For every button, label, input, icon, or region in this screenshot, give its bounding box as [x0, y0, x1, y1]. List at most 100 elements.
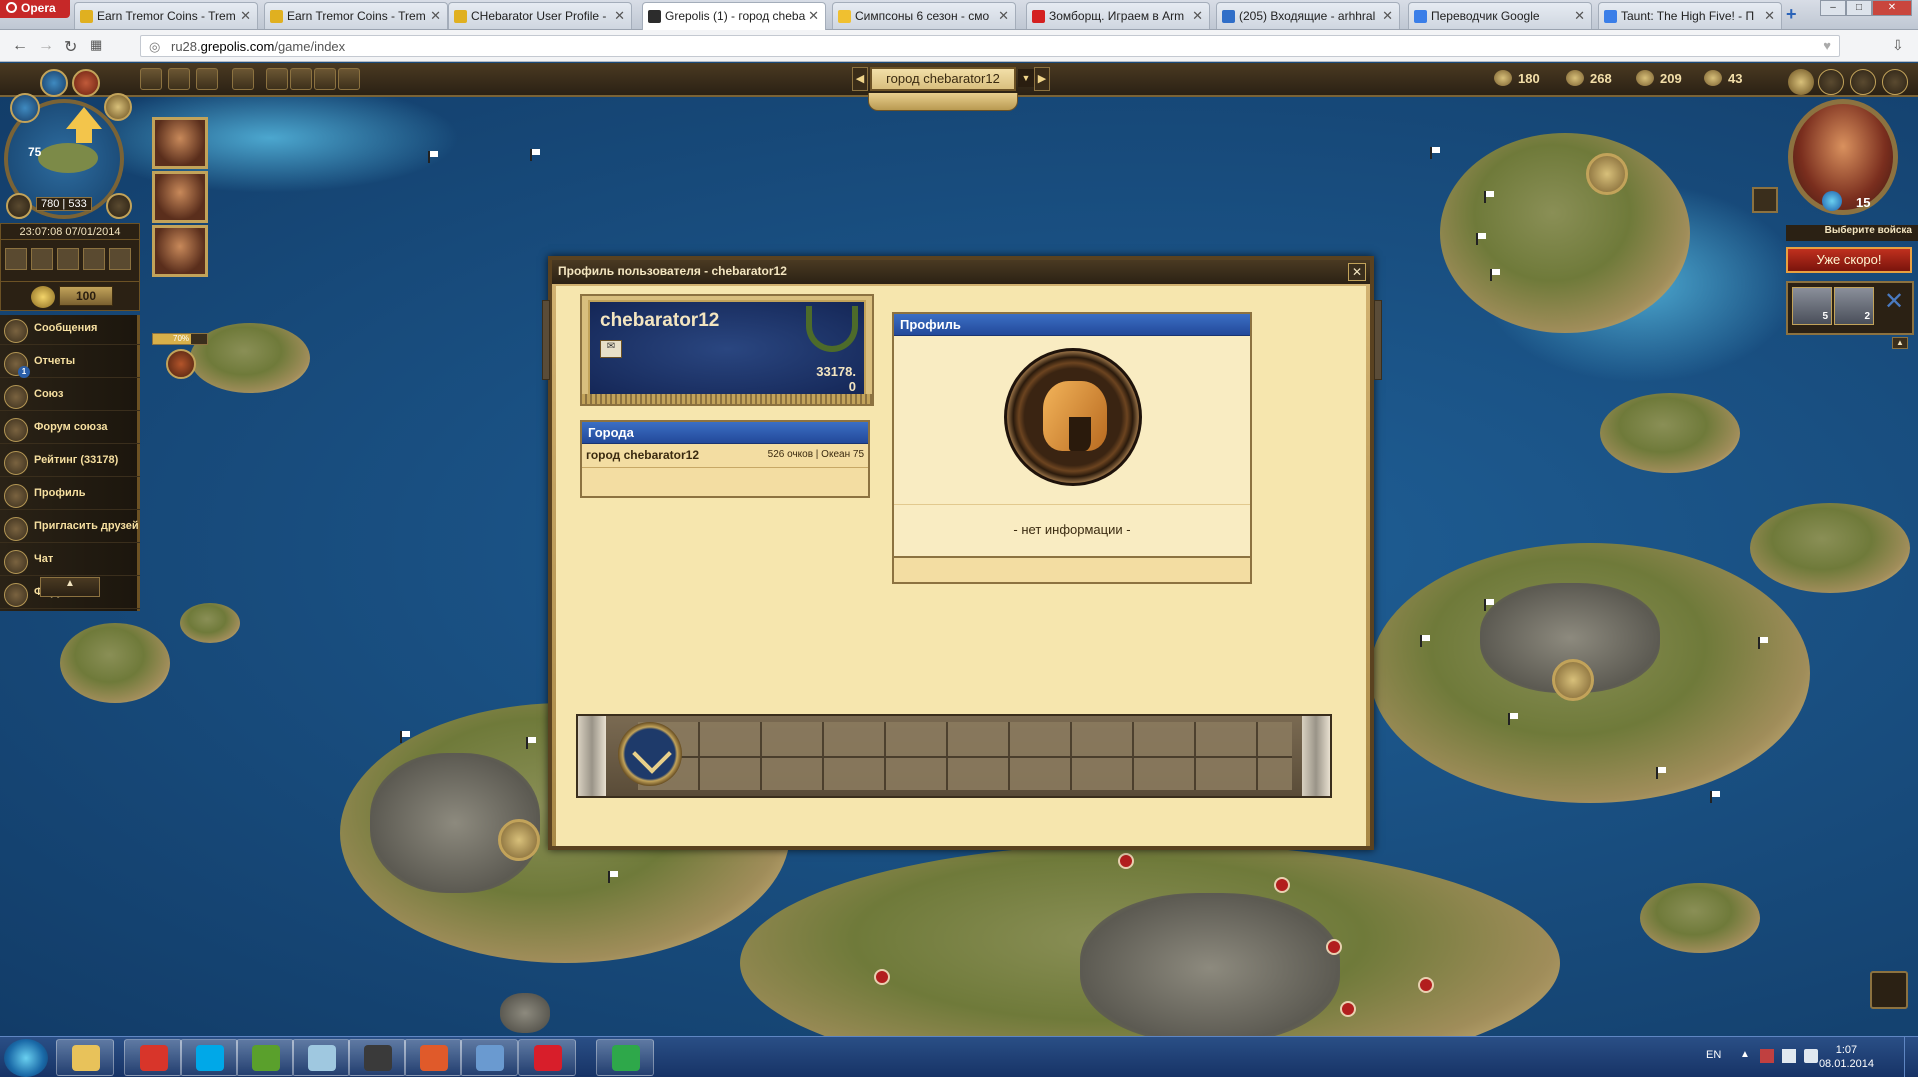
quest-scroll-icon[interactable] — [1870, 971, 1908, 1009]
trade-icon[interactable] — [168, 68, 190, 90]
taskbar-app-network[interactable] — [460, 1039, 518, 1076]
enemy-city-marker[interactable] — [874, 969, 890, 985]
browser-tab[interactable]: (205) Входящие - arhhral ✕ — [1216, 2, 1400, 29]
world-map-icon[interactable] — [10, 93, 40, 123]
menu-item[interactable]: Форум союза — [0, 414, 140, 444]
flag-marker-icon[interactable] — [526, 737, 536, 749]
unit-hoplite[interactable]: 5 — [1792, 287, 1832, 325]
support-icon[interactable] — [290, 68, 312, 90]
overview-icon[interactable] — [140, 68, 162, 90]
menu-item[interactable]: Союз — [0, 381, 140, 411]
tab-close-icon[interactable]: ✕ — [998, 8, 1009, 24]
coordinates[interactable]: 780 | 533 — [36, 197, 92, 211]
tab-close-icon[interactable]: ✕ — [240, 8, 251, 24]
taskbar-app-explorer[interactable] — [56, 1039, 114, 1076]
hero-portrait[interactable] — [152, 171, 208, 223]
island-view-icon[interactable] — [40, 69, 68, 97]
taskbar-app-hangouts[interactable] — [596, 1039, 654, 1076]
menu-item[interactable]: Рейтинг (33178) — [0, 447, 140, 477]
city-row[interactable]: город chebarator12 526 очков | Океан 75 — [582, 444, 868, 468]
flag-marker-icon[interactable] — [1484, 191, 1494, 203]
resource-silver[interactable]: 209 — [1636, 70, 1682, 90]
browser-tab[interactable]: Переводчик Google ✕ — [1408, 2, 1592, 29]
jump-to-icon[interactable] — [106, 193, 132, 219]
flag-marker-icon[interactable] — [1508, 713, 1518, 725]
close-window-icon[interactable]: ✕ — [1348, 263, 1366, 281]
flag-button-icon[interactable] — [6, 193, 32, 219]
taskbar-app-speaker[interactable] — [404, 1039, 462, 1076]
sun-icon[interactable] — [196, 68, 218, 90]
menu-item[interactable]: Пригласить друзей — [0, 513, 140, 543]
gods-view-icon[interactable] — [104, 93, 132, 121]
tab-close-icon[interactable]: ✕ — [808, 8, 819, 24]
hero-portrait[interactable] — [152, 225, 208, 277]
flag-marker-icon[interactable] — [400, 731, 410, 743]
speed-dial-icon[interactable]: ▦ — [90, 37, 102, 53]
farm-village-icon[interactable] — [498, 819, 540, 861]
rank-medal-icon[interactable] — [618, 722, 682, 786]
flag-marker-icon[interactable] — [608, 871, 618, 883]
spy-icon[interactable] — [314, 68, 336, 90]
prev-city-button[interactable]: ◀ — [852, 67, 868, 91]
resource-stone[interactable]: 268 — [1566, 70, 1612, 90]
logout-icon[interactable] — [1882, 69, 1908, 95]
flag-marker-icon[interactable] — [1484, 599, 1494, 611]
next-city-button[interactable]: ▶ — [1034, 67, 1050, 91]
close-window-button[interactable]: ✕ — [1872, 0, 1912, 16]
tray-network-icon[interactable] — [1782, 1049, 1796, 1063]
menu-item[interactable]: Чат — [0, 546, 140, 576]
start-button[interactable] — [4, 1039, 48, 1077]
flag-marker-icon[interactable] — [1476, 233, 1486, 245]
browser-tab[interactable]: Earn Tremor Coins - Trem ✕ — [74, 2, 258, 29]
island-up-arrow-icon[interactable] — [66, 107, 102, 129]
collapse-units-button[interactable]: ▲ — [1892, 337, 1908, 349]
advisor-icon[interactable] — [31, 248, 53, 270]
city-selector[interactable]: город chebarator12 — [870, 67, 1016, 91]
menu-item[interactable]: 1 Отчеты — [0, 348, 140, 378]
resource-wood[interactable]: 180 — [1494, 70, 1540, 90]
show-desktop-button[interactable] — [1904, 1037, 1918, 1077]
bookmark-heart-icon[interactable]: ♥ — [1823, 38, 1831, 53]
flag-marker-icon[interactable] — [1420, 635, 1430, 647]
city-row-name[interactable]: город chebarator12 — [586, 448, 699, 462]
taskbar-app-opera[interactable] — [518, 1039, 576, 1076]
gold-amount[interactable]: 100 — [59, 286, 113, 306]
collapse-menu-button[interactable]: ▲ — [40, 577, 100, 597]
hero-portrait[interactable] — [152, 117, 208, 169]
show-hidden-icons-icon[interactable]: ▲ — [1740, 1049, 1750, 1060]
city-dropdown-button[interactable]: ▼ — [1018, 69, 1034, 87]
taskbar-app-steam[interactable] — [348, 1039, 406, 1076]
game-viewport[interactable]: ◀ город chebarator12 ▼ ▶ 180 268 209 43 75 … — [0, 63, 1918, 1036]
coming-soon-banner[interactable]: Уже скоро! — [1786, 247, 1912, 273]
taskbar-app-notes[interactable] — [292, 1039, 350, 1076]
wiki-icon[interactable] — [1850, 69, 1876, 95]
god-portrait[interactable] — [1788, 99, 1898, 215]
swords-icon[interactable] — [266, 68, 288, 90]
browser-tab[interactable]: Зомборщ. Играем в Arm ✕ — [1026, 2, 1210, 29]
browser-tab[interactable]: Taunt: The High Five! - П ✕ — [1598, 2, 1782, 29]
taskbar-app-chrome[interactable] — [124, 1039, 182, 1076]
recruit-icon[interactable] — [338, 68, 360, 90]
settings-gear-icon[interactable] — [1788, 69, 1814, 95]
browser-tab[interactable]: Grepolis (1) - город cheba ✕ — [642, 2, 826, 30]
forward-icon[interactable]: → — [38, 37, 54, 55]
browser-tab[interactable]: CHebarator User Profile - ✕ — [448, 2, 632, 29]
tray-clock[interactable]: 1:07 08.01.2014 — [1819, 1043, 1874, 1071]
opera-menu-button[interactable]: Opera — [0, 0, 70, 18]
flag-marker-icon[interactable] — [428, 151, 438, 163]
tray-volume-icon[interactable] — [1804, 1049, 1818, 1063]
advisor-icon[interactable] — [83, 248, 105, 270]
flag-marker-icon[interactable] — [1758, 637, 1768, 649]
farm-village-icon[interactable] — [1552, 659, 1594, 701]
advisor-icon[interactable] — [57, 248, 79, 270]
enemy-city-marker[interactable] — [1274, 877, 1290, 893]
map-overlay-toggle-icon[interactable] — [1752, 187, 1778, 213]
enemy-city-marker[interactable] — [1418, 977, 1434, 993]
url-field[interactable]: ◎ ru28.grepolis.com/game/index ♥ — [140, 35, 1840, 57]
city-view-icon[interactable] — [72, 69, 100, 97]
flag-marker-icon[interactable] — [1710, 791, 1720, 803]
menu-item[interactable]: Сообщения — [0, 315, 140, 345]
enemy-city-marker[interactable] — [1118, 853, 1134, 869]
unit-swordsman[interactable]: 2 — [1834, 287, 1874, 325]
enemy-city-marker[interactable] — [1326, 939, 1342, 955]
